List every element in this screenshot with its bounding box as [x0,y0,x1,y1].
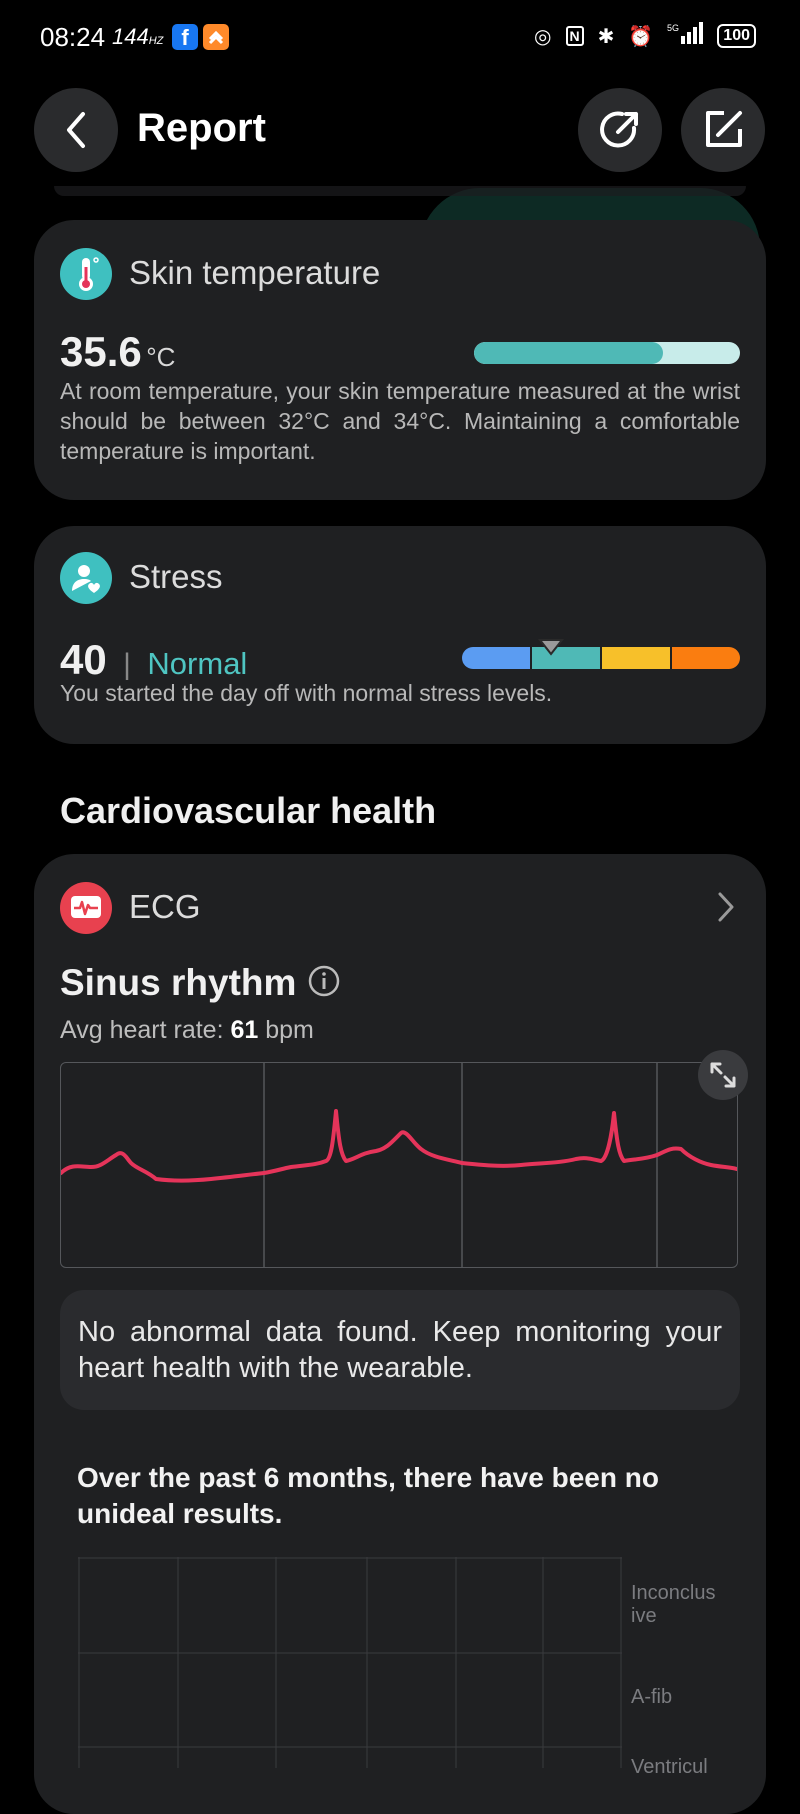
stress-separator: | [123,648,131,681]
ecg-note: No abnormal data found. Keep monitoring … [60,1290,740,1410]
history-label-afib: A-fib [631,1686,673,1708]
stress-title: Stress [129,558,223,595]
avg-heart-rate-value: 61 [230,1016,259,1044]
stress-segment-relaxed [462,647,530,669]
edit-icon [706,111,742,147]
skin-temperature-title: Skin temperature [129,254,381,291]
skin-temperature-description: At room temperature, your skin temperatu… [60,378,740,464]
expand-button[interactable] [698,1050,748,1100]
stress-segment-medium [602,647,670,669]
history-label-inconclusive: Inconclus ive [631,1582,716,1627]
avg-heart-rate-label: Avg heart rate: [60,1016,224,1044]
ecg-title: ECG [129,888,201,925]
status-bar: 08:24 144HZ f ◎ N ✱ ⏰ 5G 100 [0,0,800,72]
ecg-waveform-line [59,1109,739,1183]
section-title: Cardiovascular health [60,790,437,831]
nfc-icon: N [565,26,584,46]
skin-temperature-bar-fill [474,342,663,364]
stress-level: Normal [147,646,248,681]
back-button[interactable] [34,88,118,172]
stress-segment-high [672,647,740,669]
skin-temperature-unit: °C [146,342,176,372]
info-icon[interactable] [308,965,340,1002]
ecg-icon [60,882,112,934]
chevron-left-icon [67,112,85,148]
skin-temperature-value: 35.6 [60,328,142,375]
refresh-rate: 144HZ [112,24,164,49]
stress-person-icon [60,552,112,604]
thermometer-icon [60,248,112,300]
expand-icon [710,1062,736,1088]
ecg-waveform-chart[interactable] [59,1062,739,1268]
share-icon [600,111,638,148]
stress-card[interactable]: Stress 40 | Normal You started the day o… [34,526,766,744]
past-results-summary: Over the past 6 months, there have been … [77,1462,659,1529]
ecg-result-text: Sinus rhythm [60,962,297,1003]
signal-icon: 5G [667,22,704,50]
avg-heart-rate: Avg heart rate: 61 bpm [60,1016,314,1045]
facebook-icon: f [172,24,198,50]
stress-scale-bar [462,647,740,669]
battery-icon: 100 [717,24,756,48]
stress-value: 40 [60,636,107,683]
share-button[interactable] [578,88,662,172]
stress-reading: 40 | Normal [60,636,247,684]
bluetooth-icon: ✱ [597,25,615,48]
edit-button[interactable] [681,88,765,172]
chevron-right-icon[interactable] [716,890,736,929]
page-title: Report [137,106,266,150]
status-icons: ◎ N ✱ ⏰ 5G 100 [534,22,756,50]
previous-card-edge [54,186,746,196]
skin-temperature-bar [474,342,740,364]
stress-marker-icon [537,638,565,661]
status-time: 08:24 [40,22,106,52]
hotspot-icon: ◎ [534,25,552,48]
ecg-history-chart [78,1557,622,1768]
stress-description: You started the day off with normal stre… [60,680,553,706]
history-grid [78,1557,622,1768]
svg-text:5G: 5G [667,23,679,33]
app-notification-icon [203,24,229,50]
avg-heart-rate-unit: bpm [265,1016,314,1044]
ecg-result: Sinus rhythm [60,962,340,1004]
skin-temperature-reading: 35.6 °C [60,328,175,376]
alarm-icon: ⏰ [628,25,654,48]
